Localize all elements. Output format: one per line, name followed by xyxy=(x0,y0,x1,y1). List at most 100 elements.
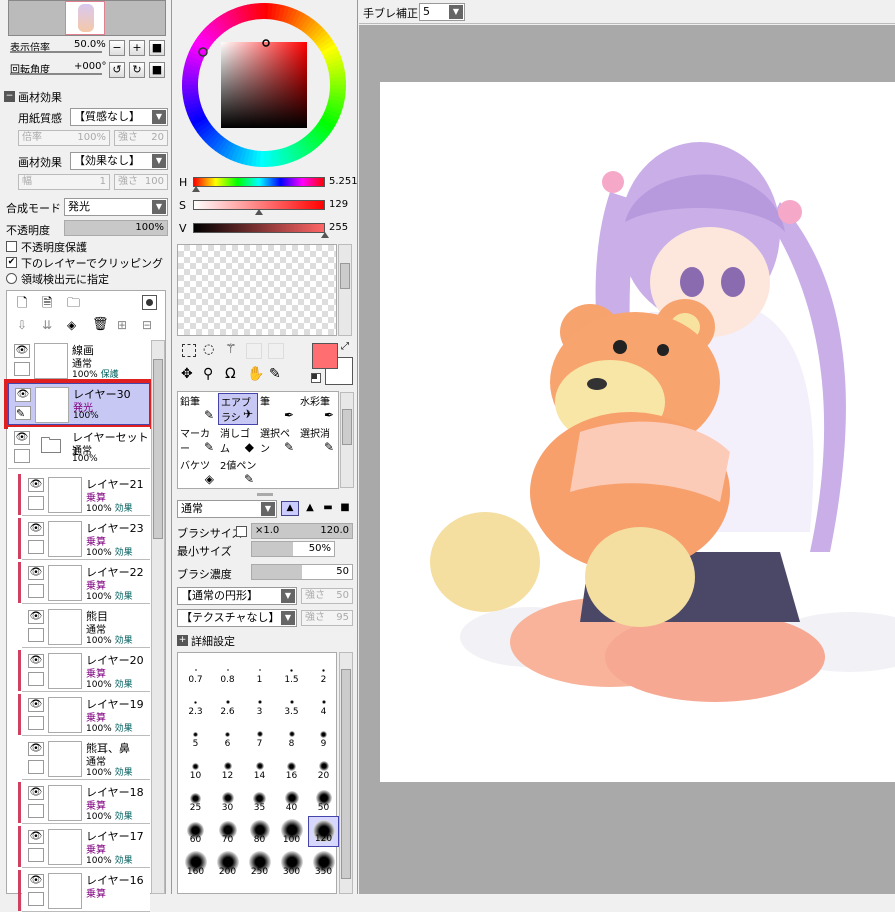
paper-texture-select[interactable]: 【質感なし】 ▼ xyxy=(70,108,168,126)
tool-watercolor[interactable]: 水彩筆 ✒ xyxy=(298,393,338,425)
foreground-color-swatch[interactable] xyxy=(312,343,338,369)
rotate-reset-button[interactable]: ■ xyxy=(149,62,165,78)
layer-item[interactable]: 👁 レイヤー22 乗算 100% 効果 xyxy=(18,562,150,604)
reset-colors-icon[interactable] xyxy=(311,373,321,383)
brush-size-cell[interactable]: 50 xyxy=(308,784,339,815)
brush-size-cell[interactable]: 25 xyxy=(180,784,211,815)
brush-edge-flat-icon[interactable]: ■ xyxy=(337,501,353,516)
rotate-left-button[interactable]: ↺ xyxy=(109,62,125,78)
layer-mask-icon[interactable] xyxy=(142,295,157,310)
brush-size-cell[interactable]: 10 xyxy=(180,752,211,783)
rotate-right-button[interactable]: ↻ xyxy=(129,62,145,78)
zoom-slider[interactable] xyxy=(10,51,102,53)
layer-item[interactable]: 👁 熊目 通常 100% 効果 xyxy=(22,606,150,648)
brush-size-cell[interactable]: 6 xyxy=(212,720,243,751)
layer-item[interactable]: 👁 🗀 レイヤーセット1 通常 100% xyxy=(8,427,150,469)
eye-icon[interactable]: 👁 xyxy=(28,874,44,888)
layer-item[interactable]: 👁 レイヤー17 乗算 100% 効果 xyxy=(18,826,150,868)
min-size-slider[interactable]: 50% xyxy=(251,541,335,557)
brush-size-cell[interactable]: 16 xyxy=(276,752,307,783)
eye-icon[interactable]: 👁 xyxy=(28,654,44,668)
eye-icon[interactable]: 👁 xyxy=(15,388,31,402)
tool-select-erase[interactable]: 選択消 ✎ xyxy=(298,425,338,457)
expand-icon[interactable]: + xyxy=(177,635,188,646)
brush-size-cell[interactable]: 7 xyxy=(244,720,275,751)
tool-select-pen[interactable]: 選択ペン ✎ xyxy=(258,425,298,457)
canvas-viewport[interactable] xyxy=(359,25,895,894)
transfer-down-icon[interactable]: ⇩ xyxy=(17,318,27,332)
brush-size-cell[interactable]: 2 xyxy=(308,656,339,687)
tool-brush[interactable]: 筆 ✒ xyxy=(258,393,298,425)
brush-size-cell[interactable]: 20 xyxy=(308,752,339,783)
brush-texture-select[interactable]: 【テクスチャなし】 ▼ xyxy=(177,609,297,627)
layer-lock-checkbox[interactable] xyxy=(28,584,44,598)
tool-bucket[interactable]: バケツ ◈ xyxy=(178,457,218,489)
eye-icon[interactable]: 👁 xyxy=(28,478,44,492)
canvas-paper[interactable] xyxy=(380,82,895,782)
brush-size-cell[interactable]: 0.8 xyxy=(212,656,243,687)
brush-size-cell[interactable]: 100 xyxy=(276,816,307,847)
tool-eraser[interactable]: 消しゴム ◆ xyxy=(218,425,258,457)
eye-icon[interactable]: 👁 xyxy=(14,344,30,358)
eyedropper-icon[interactable]: ✎ xyxy=(269,366,281,382)
swatch-scrollbar[interactable] xyxy=(338,244,352,336)
clip-checkbox[interactable]: ✔ xyxy=(6,257,17,268)
brush-size-cell[interactable]: 35 xyxy=(244,784,275,815)
layer-lock-checkbox[interactable] xyxy=(28,716,44,730)
brush-size-cell[interactable]: 14 xyxy=(244,752,275,783)
brush-size-cell[interactable]: 300 xyxy=(276,848,307,879)
zoom-in-button[interactable]: + xyxy=(129,40,145,56)
detail-settings-label[interactable]: 詳細設定 xyxy=(191,633,235,649)
brush-edge-medium-icon[interactable]: ▲ xyxy=(301,501,319,516)
magic-wand-icon[interactable]: ⚚ xyxy=(225,342,237,357)
layer-item[interactable]: 👁 ✎ レイヤー30 発光 100% xyxy=(4,379,154,429)
splitter[interactable] xyxy=(257,493,273,496)
zoom-icon[interactable]: ⚲ xyxy=(203,366,213,382)
rotate-slider[interactable] xyxy=(10,73,102,75)
hand-icon[interactable]: ✋ xyxy=(247,366,264,382)
brush-size-cell[interactable]: 60 xyxy=(180,816,211,847)
blend-mode-select[interactable]: 発光 ▼ xyxy=(64,198,168,216)
brush-size-cell[interactable]: 1.5 xyxy=(276,656,307,687)
brush-edge-hard-icon[interactable]: ▲ xyxy=(281,501,299,516)
layer-item[interactable]: 👁 レイヤー16 乗算 xyxy=(18,870,150,912)
layer-lock-checkbox[interactable] xyxy=(14,449,30,463)
merge-all-icon[interactable]: ⊟ xyxy=(142,318,152,332)
brush-size-cell[interactable]: 2.3 xyxy=(180,688,211,719)
layer-lock-checkbox[interactable]: ✎ xyxy=(15,406,31,420)
new-folder-icon[interactable]: 🗀 xyxy=(67,294,80,316)
brush-size-cell[interactable]: 1 xyxy=(244,656,275,687)
eye-icon[interactable]: 👁 xyxy=(28,698,44,712)
brush-size-cell[interactable]: 12 xyxy=(212,752,243,783)
eye-icon[interactable]: 👁 xyxy=(28,522,44,536)
color-swatch-area[interactable] xyxy=(177,244,337,336)
brush-size-scrollbar-thumb[interactable] xyxy=(341,669,351,879)
selection-source-radio[interactable] xyxy=(6,273,17,284)
tool-airbrush[interactable]: エアブラシ ✈ xyxy=(218,393,258,425)
collapse-icon[interactable]: − xyxy=(4,91,15,102)
eye-icon[interactable]: 👁 xyxy=(28,610,44,624)
brush-size-cell[interactable]: 3.5 xyxy=(276,688,307,719)
brush-size-cell[interactable]: 80 xyxy=(244,816,275,847)
layer-item[interactable]: 👁 熊耳、鼻 通常 100% 効果 xyxy=(22,738,150,780)
rotate-icon[interactable]: Ω xyxy=(225,366,236,382)
rect-select-icon[interactable] xyxy=(182,344,196,357)
swap-colors-icon[interactable]: ⤢ xyxy=(341,341,349,352)
brush-size-scrollbar[interactable] xyxy=(339,652,353,894)
layer-lock-checkbox[interactable] xyxy=(14,362,30,376)
navigator-thumbnail[interactable] xyxy=(8,0,166,36)
brush-size-cell[interactable]: 160 xyxy=(180,848,211,879)
eye-icon[interactable]: 👁 xyxy=(28,566,44,580)
layer-item[interactable]: 👁 レイヤー21 乗算 100% 効果 xyxy=(18,474,150,516)
layer-item[interactable]: 👁 レイヤー19 乗算 100% 効果 xyxy=(18,694,150,736)
brush-size-cell[interactable]: 4 xyxy=(308,688,339,719)
density-slider[interactable]: 50 xyxy=(251,564,353,580)
layer-scrollbar[interactable] xyxy=(151,340,165,894)
swatch-scrollbar-thumb[interactable] xyxy=(340,263,350,289)
layer-scrollbar-thumb[interactable] xyxy=(153,359,163,539)
brush-size-cell[interactable]: 9 xyxy=(308,720,339,751)
eye-icon[interactable]: 👁 xyxy=(14,431,30,445)
lasso-icon[interactable]: ◌ xyxy=(203,342,214,357)
layer-item[interactable]: 👁 レイヤー18 乗算 100% 効果 xyxy=(18,782,150,824)
layer-lock-checkbox[interactable] xyxy=(28,848,44,862)
